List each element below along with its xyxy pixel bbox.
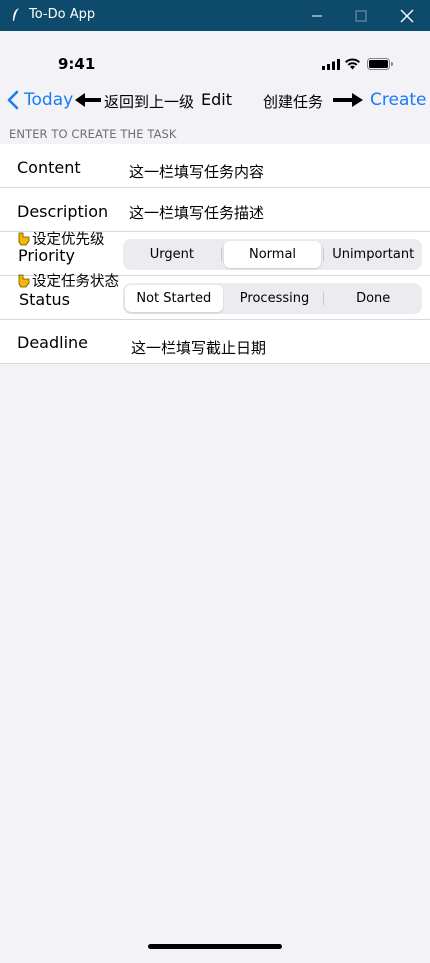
close-button[interactable]: [384, 0, 430, 31]
feather-icon: [13, 8, 19, 21]
pointing-hand-icon: [18, 274, 30, 287]
minimize-icon: [312, 15, 322, 16]
back-button-label: Today: [24, 90, 74, 110]
maximize-icon: [355, 10, 367, 21]
description-label: Description: [17, 202, 109, 221]
window-titlebar: To-Do App: [0, 0, 430, 31]
pointing-hand-icon: [18, 232, 30, 245]
segment-processing[interactable]: Processing: [226, 285, 324, 312]
wifi-icon: [345, 58, 360, 70]
divider: [0, 363, 430, 364]
arrow-left-icon: [75, 93, 101, 107]
status-segmented-control[interactable]: Not Started Processing Done: [123, 283, 422, 314]
segment-done[interactable]: Done: [324, 285, 422, 312]
back-annotation: 返回到上一级: [104, 93, 195, 111]
back-button[interactable]: Today: [7, 90, 73, 110]
deadline-input[interactable]: 这一栏填写截止日期: [131, 337, 266, 358]
description-input[interactable]: 这一栏填写任务描述: [129, 202, 264, 223]
edit-button[interactable]: Edit: [201, 90, 232, 109]
status-time: 9:41: [58, 55, 96, 73]
status-row: 设定任务状态 Status Not Started Processing Don…: [0, 274, 430, 320]
deadline-label: Deadline: [17, 333, 88, 352]
chevron-left-icon: [7, 90, 19, 110]
close-icon: [400, 9, 414, 22]
content-label: Content: [17, 158, 81, 177]
status-bar: 9:41: [0, 31, 430, 81]
segment-unimportant[interactable]: Unimportant: [324, 241, 422, 268]
priority-segmented-control[interactable]: Urgent Normal Unimportant: [123, 239, 422, 270]
content-input[interactable]: 这一栏填写任务内容: [129, 161, 264, 182]
battery-icon: [367, 58, 393, 70]
status-label: Status: [19, 290, 70, 309]
status-hint-text: 设定任务状态: [32, 274, 119, 290]
description-row[interactable]: Description 这一栏填写任务描述: [0, 188, 430, 232]
segment-normal[interactable]: Normal: [223, 241, 322, 268]
maximize-button[interactable]: [338, 0, 384, 31]
create-annotation: 创建任务: [263, 93, 324, 111]
home-indicator: [148, 944, 282, 949]
arrow-right-icon: [333, 93, 363, 107]
priority-label: Priority: [18, 246, 75, 265]
segment-urgent[interactable]: Urgent: [123, 241, 221, 268]
status-hint: 设定任务状态: [17, 270, 119, 291]
navigation-bar: Today 返回到上一级 Edit 创建任务 Create: [0, 81, 430, 121]
minimize-button[interactable]: [294, 0, 340, 31]
section-header: ENTER TO CREATE THE TASK: [9, 127, 177, 141]
cellular-signal-icon: [322, 59, 340, 70]
deadline-row[interactable]: Deadline 这一栏填写截止日期: [0, 320, 430, 364]
create-button[interactable]: Create: [370, 90, 427, 110]
content-row[interactable]: Content 这一栏填写任务内容: [0, 144, 430, 188]
segment-not-started[interactable]: Not Started: [125, 285, 223, 312]
window-title: To-Do App: [29, 7, 96, 22]
segment-separator: [220, 248, 222, 261]
